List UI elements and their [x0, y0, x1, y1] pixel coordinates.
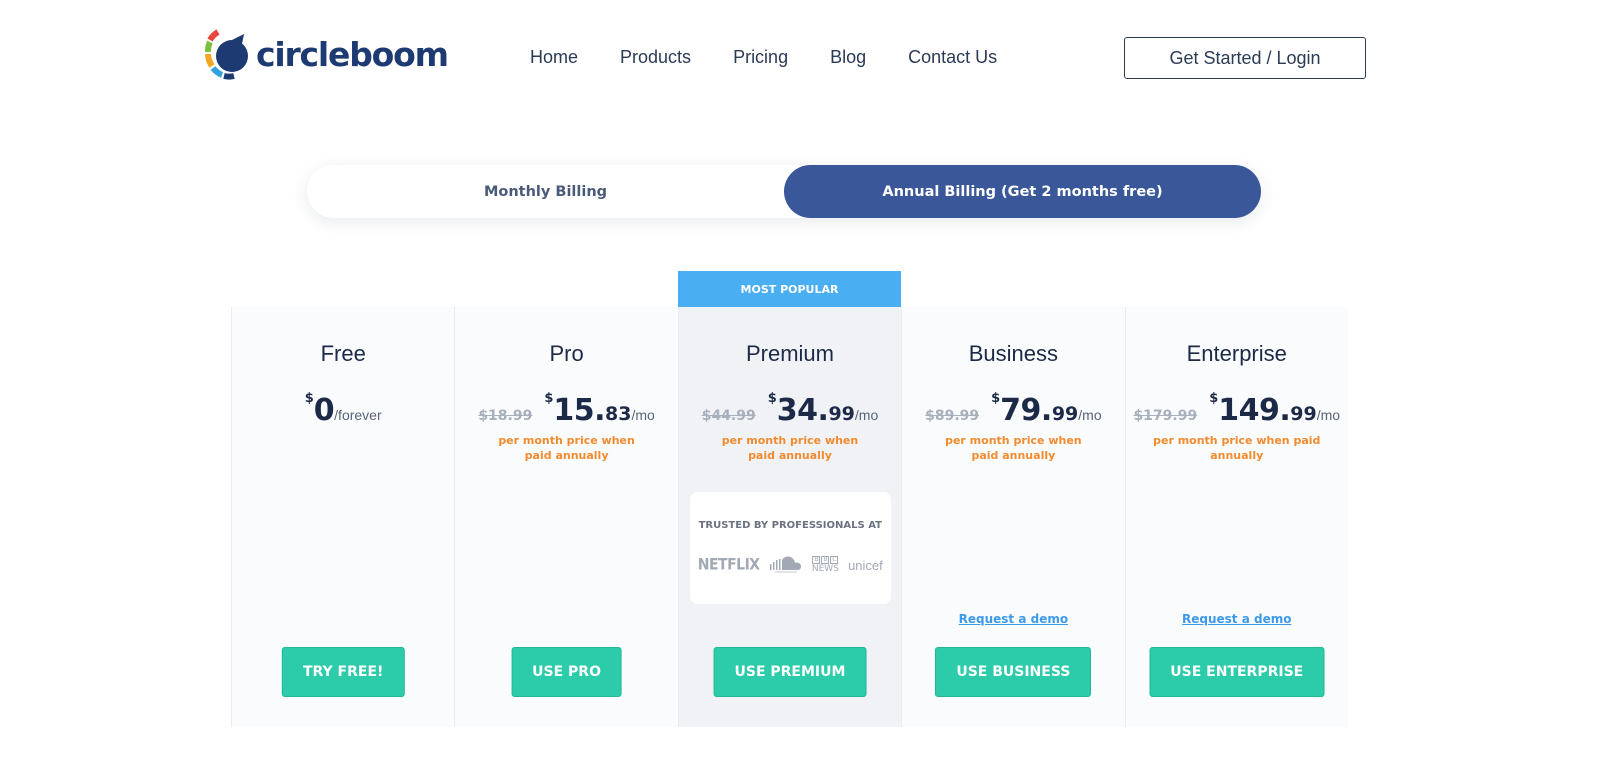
currency-symbol: $ — [544, 391, 554, 406]
old-price: $89.99 — [925, 408, 980, 424]
price-period: /mo — [854, 407, 879, 423]
use-business-button[interactable]: USE BUSINESS — [935, 647, 1092, 697]
plan-name: Business — [968, 341, 1058, 366]
plan-premium: Premium $44.99 $ 34. 99 /mo per month pr… — [677, 307, 902, 727]
brand-logos: NETFLIX BBC NEWS unicef — [698, 556, 883, 574]
old-price: $179.99 — [1133, 408, 1198, 424]
unicef-logo: unicef — [848, 557, 883, 573]
nav-home[interactable]: Home — [530, 47, 578, 68]
price-value: 34. — [776, 393, 829, 428]
price-value: 15. — [553, 393, 606, 428]
price-cents: 99 — [1051, 403, 1079, 425]
price-note: per month price when paid annually — [721, 434, 859, 462]
plan-name: Premium — [745, 341, 834, 366]
billing-toggle: Monthly Billing Annual Billing (Get 2 mo… — [307, 165, 1261, 218]
site-header: circleboom Home Products Pricing Blog Co… — [0, 0, 1600, 115]
currency-symbol: $ — [1209, 391, 1219, 406]
netflix-logo: NETFLIX — [697, 555, 760, 575]
nav-blog[interactable]: Blog — [830, 47, 866, 68]
try-free-button[interactable]: TRY FREE! — [281, 647, 405, 697]
currency-symbol: $ — [767, 391, 777, 406]
brand-logo[interactable]: circleboom — [204, 26, 449, 82]
pricing-table: Free $ 0 /forever TRY FREE! Pro $18.99 $… — [231, 307, 1348, 727]
get-started-login-button[interactable]: Get Started / Login — [1124, 37, 1366, 79]
old-price: $44.99 — [701, 408, 756, 424]
currency-symbol: $ — [991, 391, 1001, 406]
most-popular-badge: MOST POPULAR — [678, 271, 901, 307]
plan-business: Business $89.99 $ 79. 99 /mo per month p… — [901, 307, 1125, 727]
price-period: /forever — [334, 407, 382, 423]
price-row: $89.99 $ 79. 99 /mo — [902, 391, 1124, 428]
plan-enterprise: Enterprise $179.99 $ 149. 99 /mo per mon… — [1124, 307, 1348, 727]
price-row: $44.99 $ 34. 99 /mo — [679, 391, 901, 428]
price-note: per month price when paid annually — [498, 434, 635, 462]
bbc-blocks-icon: BBC — [812, 556, 839, 564]
soundcloud-logo-icon — [769, 556, 801, 573]
price-cents: 83 — [605, 403, 632, 425]
nav-contact-us[interactable]: Contact Us — [908, 47, 997, 68]
price-period: /mo — [1316, 407, 1341, 423]
trusted-title: TRUSTED BY PROFESSIONALS AT — [698, 520, 882, 531]
price-period: /mo — [631, 407, 655, 423]
plan-name: Enterprise — [1186, 341, 1287, 366]
plan-name: Free — [320, 341, 366, 366]
brand-name: circleboom — [256, 34, 449, 74]
plan-name: Pro — [549, 341, 584, 366]
nav-products[interactable]: Products — [620, 47, 691, 68]
main-nav: Home Products Pricing Blog Contact Us — [530, 47, 1039, 68]
request-demo-link[interactable]: Request a demo — [1126, 612, 1348, 626]
use-pro-button[interactable]: USE PRO — [511, 647, 622, 697]
plan-free: Free $ 0 /forever TRY FREE! — [231, 307, 455, 727]
bbc-news-logo: BBC NEWS — [811, 556, 839, 574]
price-value: 149. — [1218, 393, 1291, 428]
monthly-billing-option[interactable]: Monthly Billing — [307, 165, 784, 218]
annual-billing-option[interactable]: Annual Billing (Get 2 months free) — [784, 165, 1261, 218]
price-note: per month price when paid annually — [1153, 434, 1321, 462]
price-row: $ 0 /forever — [232, 391, 454, 428]
trusted-by-box: TRUSTED BY PROFESSIONALS AT NETFLIX BBC … — [689, 492, 891, 604]
price-period: /mo — [1078, 407, 1102, 423]
price-row: $18.99 $ 15. 83 /mo — [455, 391, 677, 428]
price-row: $179.99 $ 149. 99 /mo — [1126, 391, 1348, 428]
price-cents: 99 — [828, 403, 855, 425]
currency-symbol: $ — [304, 391, 314, 406]
plan-pro: Pro $18.99 $ 15. 83 /mo per month price … — [454, 307, 678, 727]
use-enterprise-button[interactable]: USE ENTERPRISE — [1149, 647, 1325, 697]
price-note: per month price when paid annually — [945, 434, 1082, 462]
price-value: 79. — [1000, 393, 1052, 428]
request-demo-link[interactable]: Request a demo — [902, 612, 1124, 626]
old-price: $18.99 — [478, 408, 533, 424]
price-value: 0 — [313, 393, 335, 428]
price-cents: 99 — [1290, 403, 1317, 425]
circleboom-logo-icon — [205, 29, 248, 80]
nav-pricing[interactable]: Pricing — [733, 47, 788, 68]
use-premium-button[interactable]: USE PREMIUM — [713, 647, 867, 697]
